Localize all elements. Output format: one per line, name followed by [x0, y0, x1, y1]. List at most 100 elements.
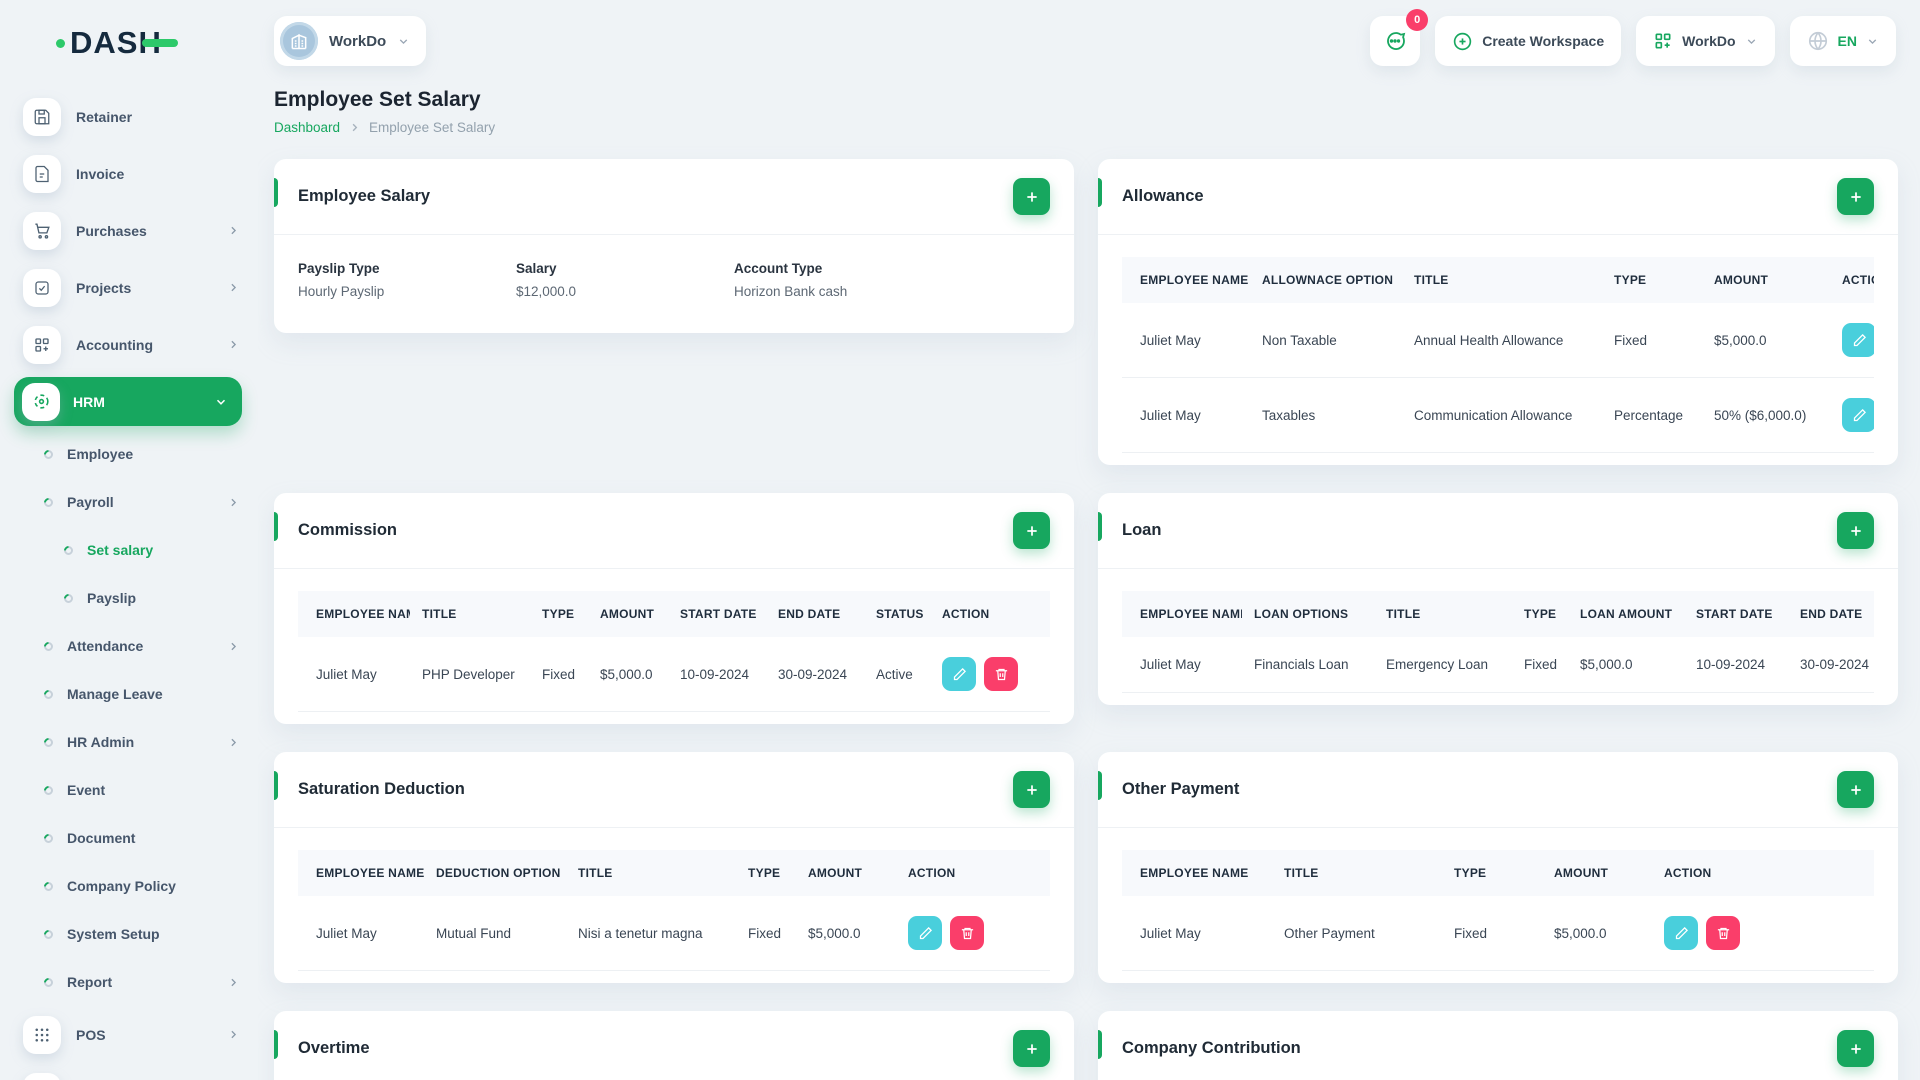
card-title: Overtime — [298, 1039, 370, 1057]
table-scroll-area[interactable]: Employee Name Title Type Amount Action Juliet… — [1122, 850, 1874, 971]
column-header: Loan Amount — [1568, 591, 1684, 637]
sidebar-item-set-salary[interactable]: Set salary — [0, 526, 258, 574]
row-delete-button[interactable] — [1706, 916, 1740, 950]
app-logo[interactable]: DASH — [56, 22, 258, 64]
table-scroll-area[interactable]: Employee Name Deduction Option Title Type Am… — [298, 850, 1050, 971]
column-header: Type — [1442, 850, 1542, 896]
table-cell: 50% ($6,000.0) — [1702, 377, 1830, 453]
sidebar-item-label: Purchases — [76, 222, 147, 239]
column-header: Start Date — [668, 591, 766, 637]
globe-icon — [1808, 31, 1827, 51]
column-header: Employee Name — [298, 850, 424, 896]
table-cell: Mutual Fund — [424, 896, 566, 971]
table-scroll-area[interactable]: Employee Name Allownace Option Title Type Am… — [1122, 257, 1874, 453]
table-cell: Fixed — [1602, 303, 1702, 378]
sidebar-item-label: Event — [67, 782, 106, 798]
breadcrumb-current: Employee Set Salary — [369, 120, 496, 135]
building-icon — [291, 33, 307, 50]
sidebar-item-invoice[interactable]: Invoice — [0, 145, 258, 202]
row-edit-button[interactable] — [1664, 916, 1698, 950]
sidebar-item-pos[interactable]: POS — [0, 1006, 258, 1063]
loan-card: Loan Employee Name Loan Options Title Type L… — [1098, 493, 1898, 705]
add-overtime-button[interactable] — [1013, 1030, 1050, 1067]
messages-button[interactable]: 0 — [1370, 9, 1429, 66]
add-loan-button[interactable] — [1837, 512, 1874, 549]
pencil-icon — [919, 926, 932, 939]
sidebar-item-attendance[interactable]: Attendance — [0, 622, 258, 670]
pencil-icon — [1853, 333, 1866, 346]
row-edit-button[interactable] — [942, 657, 976, 691]
sidebar-icon-tile — [22, 382, 60, 421]
workspace-switcher[interactable]: WorkDo — [274, 16, 427, 66]
table-scroll-area[interactable]: Employee NameTitleTypeAmountStart DateEn… — [298, 591, 1050, 712]
column-header: Title — [566, 850, 736, 896]
plus-icon — [1850, 525, 1861, 536]
table-row: Juliet May Non Taxable Annual Health Allow… — [1122, 303, 1874, 378]
row-edit-button[interactable] — [1842, 398, 1874, 432]
page-title: Employee Set Salary — [274, 88, 481, 111]
table-cell: Taxables — [1250, 377, 1402, 453]
sidebar-item-crm[interactable]: CRM — [0, 1063, 258, 1080]
add-company-contribution-button[interactable] — [1837, 1030, 1874, 1067]
table-cell: Nisi a tenetur magna — [566, 896, 736, 971]
messages-badge: 0 — [1406, 9, 1429, 31]
add-employee-salary-button[interactable] — [1013, 178, 1050, 215]
table-row: Juliet May Other Payment Fixed $5,000.0 — [1122, 896, 1874, 971]
sidebar-item-company-policy[interactable]: Company Policy — [0, 862, 258, 910]
column-header: Amount — [796, 850, 896, 896]
table-scroll-area[interactable]: Employee Name Loan Options Title Type Loan A… — [1122, 591, 1874, 693]
sidebar-item-label: Document — [67, 830, 136, 846]
cards-grid: Employee Salary Payslip Type Hourly Pays… — [274, 159, 1898, 1080]
accent-bar — [1098, 1030, 1102, 1059]
create-workspace-button[interactable]: Create Workspace — [1435, 16, 1622, 66]
sidebar-item-manage-leave[interactable]: Manage Leave — [0, 670, 258, 718]
sidebar-item-payslip[interactable]: Payslip — [0, 574, 258, 622]
sidebar-item-purchases[interactable]: Purchases — [0, 202, 258, 259]
table-cell: PHP Developer — [410, 637, 530, 712]
bullet-icon — [42, 687, 55, 701]
table-cell: Juliet May — [298, 637, 410, 712]
language-button[interactable]: EN — [1789, 16, 1896, 66]
table-cell: Juliet May — [298, 896, 424, 971]
row-delete-button[interactable] — [984, 657, 1018, 691]
sidebar-item-hr-admin[interactable]: HR Admin — [0, 718, 258, 766]
breadcrumb-dashboard-link[interactable]: Dashboard — [274, 120, 340, 135]
sidebar-item-event[interactable]: Event — [0, 766, 258, 814]
sidebar-item-report[interactable]: Report — [0, 958, 258, 1006]
sidebar-item-system-setup[interactable]: System Setup — [0, 910, 258, 958]
table-row: Juliet May Financials Loan Emergency Loan F… — [1122, 637, 1874, 693]
table-cell: 10-09-2024 — [668, 637, 766, 712]
sidebar-item-projects[interactable]: Projects — [0, 259, 258, 316]
chevron-down-icon — [214, 395, 228, 409]
sidebar-item-hrm[interactable]: HRM — [14, 377, 242, 426]
add-allowance-button[interactable] — [1837, 178, 1874, 215]
table-header-row: Employee Name Title Type Amount Action — [1122, 850, 1874, 896]
allowance-card: Allowance Employee Name Allownace Option T… — [1098, 159, 1898, 465]
table-row: Juliet May Taxables Communication Allowanc… — [1122, 377, 1874, 453]
table-cell: $5,000.0 — [1702, 303, 1830, 378]
sidebar-item-employee[interactable]: Employee — [0, 430, 258, 478]
table-header-row: Employee Name Deduction Option Title Type Am… — [298, 850, 1050, 896]
sidebar-icon-tile — [23, 1072, 61, 1080]
column-header: Title — [1272, 850, 1442, 896]
workdo-menu-button[interactable]: WorkDo — [1636, 16, 1775, 66]
add-saturation-deduction-button[interactable] — [1013, 771, 1050, 808]
sidebar-item-retainer[interactable]: Retainer — [0, 88, 258, 145]
grid-plus-icon — [1655, 33, 1671, 49]
row-delete-button[interactable] — [950, 916, 984, 950]
row-edit-button[interactable] — [908, 916, 942, 950]
sidebar-item-label: Accounting — [76, 336, 153, 353]
chevron-down-icon — [397, 35, 410, 48]
row-edit-button[interactable] — [1842, 323, 1874, 357]
sidebar-icon-tile — [23, 97, 61, 136]
add-other-payment-button[interactable] — [1837, 771, 1874, 808]
card-title: Commission — [298, 521, 398, 539]
sidebar-item-accounting[interactable]: Accounting — [0, 316, 258, 373]
bullet-icon — [42, 495, 55, 509]
sidebar-item-payroll[interactable]: Payroll — [0, 478, 258, 526]
commission-card: Commission Employee NameTitleTypeAmountS… — [274, 493, 1074, 724]
chevron-right-icon — [227, 338, 240, 351]
sidebar-item-document[interactable]: Document — [0, 814, 258, 862]
add-commission-button[interactable] — [1013, 512, 1050, 549]
create-workspace-label: Create Workspace — [1482, 33, 1605, 49]
